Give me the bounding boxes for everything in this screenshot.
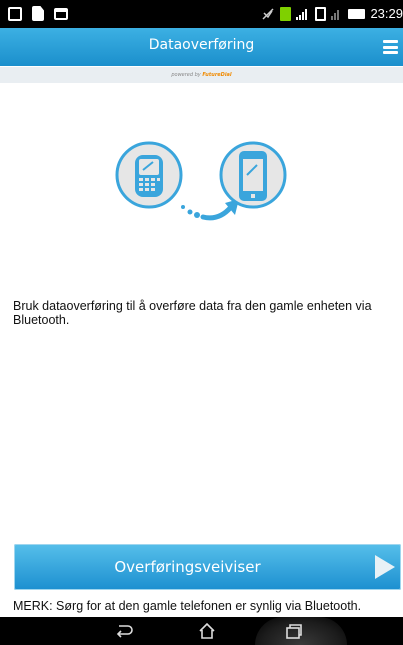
smartphone-icon [219,141,287,209]
recent-apps-icon[interactable] [285,623,303,639]
calendar-icon [8,6,22,21]
status-bar: 23:29 [0,0,403,28]
status-time: 23:29 [370,6,403,21]
mute-icon [262,7,274,20]
note-text: MERK: Sørg for at den gamle telefonen er… [13,599,362,613]
window-icon [54,7,68,20]
navigation-bar [0,617,403,645]
futuredial-logo: FutureDial [202,72,232,78]
signal2-icon [331,9,340,20]
powered-by-banner: powered by FutureDial [0,67,403,83]
sim1-icon [280,6,292,21]
description-text: Bruk dataoverføring til å overføre data … [13,299,372,327]
status-right-icons: 23:29 [261,6,403,21]
app-header: Dataoverføring [0,28,403,66]
wizard-button-label: Overføringsveiviser [114,558,261,576]
play-arrow-icon [375,555,395,579]
hamburger-menu-icon[interactable] [383,40,398,54]
sim2-icon [315,6,327,21]
powered-by-label: powered by [171,72,201,78]
status-left-icons [8,6,68,21]
document-icon [32,6,44,21]
page-title: Dataoverføring [148,37,255,53]
transfer-illustration [115,141,287,221]
transfer-arrow [181,199,239,221]
back-icon[interactable] [115,623,133,639]
old-phone-icon [115,141,183,209]
signal-icon [296,8,308,20]
transfer-wizard-button[interactable]: Overføringsveiviser [14,544,401,590]
home-icon[interactable] [198,623,216,639]
battery-icon [348,8,366,19]
app-screen: 23:29 Dataoverføring powered by FutureDi… [0,0,403,645]
